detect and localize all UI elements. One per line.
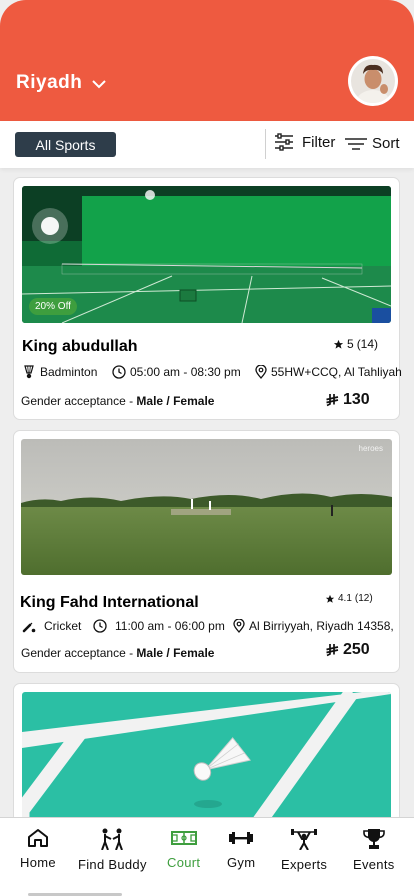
venue-sport: Badminton <box>22 365 97 379</box>
gender-value: Male / Female <box>136 394 215 408</box>
sliders-icon <box>275 133 293 151</box>
cricket-bat-icon <box>22 622 36 633</box>
city-selector[interactable]: Riyadh <box>16 72 107 94</box>
image-watermark: heroes <box>359 444 383 453</box>
nav-events[interactable]: Events <box>353 828 395 872</box>
location-label: 55HW+CCQ, Al Tahliyah <box>271 365 402 379</box>
venue-price: 130 <box>326 391 370 409</box>
venue-card[interactable] <box>13 683 400 823</box>
sport-label: Badminton <box>40 365 98 379</box>
rating-value: 5 <box>347 337 354 351</box>
hours-label: 05:00 am - 08:30 pm <box>130 365 241 379</box>
chevron-down-icon <box>92 79 107 88</box>
riyal-icon <box>326 644 339 657</box>
clock-icon <box>112 365 126 379</box>
court-icon <box>170 831 197 845</box>
nav-label: Gym <box>227 855 256 870</box>
filter-label: Filter <box>302 133 336 151</box>
gender-acceptance: Gender acceptance - Male / Female <box>21 646 214 660</box>
sport-chip[interactable]: All Sports <box>15 132 116 157</box>
location-pin-icon <box>233 619 245 633</box>
venue-rating: 5 (14) <box>333 337 378 351</box>
trophy-icon <box>362 829 385 849</box>
venue-hours: 11:00 am - 06:00 pm <box>93 619 225 633</box>
divider <box>265 129 266 159</box>
nav-find-buddy[interactable]: Find Buddy <box>78 828 147 872</box>
star-icon <box>325 594 335 603</box>
venue-name: King abudullah <box>22 338 138 355</box>
gender-acceptance: Gender acceptance - Male / Female <box>21 394 214 408</box>
sort-label: Sort <box>372 135 400 152</box>
venue-price: 250 <box>326 641 370 659</box>
gender-label: Gender acceptance - <box>21 646 134 660</box>
nav-label: Experts <box>281 857 328 872</box>
review-count: (14) <box>356 337 379 351</box>
home-icon <box>27 829 48 847</box>
venue-card[interactable]: 20% Off King abudullah 5 (14) Badminton … <box>13 177 402 420</box>
shuttlecock-icon <box>24 365 34 379</box>
venue-rating: 4.1 (12) <box>325 593 373 604</box>
review-count: (12) <box>354 593 373 604</box>
hours-label: 11:00 am - 06:00 pm <box>115 619 225 633</box>
riyal-icon <box>326 394 339 407</box>
venue-sport: Cricket <box>22 619 81 633</box>
sort-icon <box>345 137 367 150</box>
nav-label: Court <box>167 855 201 870</box>
venue-card[interactable]: heroes King Fahd International 4.1 (12) … <box>13 430 400 673</box>
venue-location: Al Birriyyah, Riyadh 14358, <box>233 619 394 633</box>
location-label: Al Birriyyah, Riyadh 14358, <box>249 619 394 633</box>
discount-badge: 20% Off <box>29 298 77 315</box>
price-value: 250 <box>343 641 370 658</box>
venue-hours: 05:00 am - 08:30 pm <box>112 365 241 379</box>
nav-label: Home <box>20 855 56 870</box>
nav-label: Events <box>353 857 395 872</box>
nav-experts[interactable]: Experts <box>281 828 327 872</box>
clock-icon <box>93 619 107 633</box>
venue-name: King Fahd International <box>20 594 199 611</box>
nav-court[interactable]: Court <box>167 828 200 870</box>
dumbbell-icon <box>229 832 254 844</box>
gender-value: Male / Female <box>136 646 215 660</box>
location-pin-icon <box>255 365 267 379</box>
filter-button[interactable]: Filter <box>274 133 335 151</box>
star-icon <box>333 339 344 349</box>
buddy-icon <box>101 828 124 850</box>
avatar[interactable] <box>348 56 398 106</box>
city-label: Riyadh <box>16 72 83 93</box>
weightlifter-icon <box>291 829 318 850</box>
venue-location: 55HW+CCQ, Al Tahliyah <box>255 365 402 379</box>
sort-button[interactable]: Sort <box>345 135 400 152</box>
nav-gym[interactable]: Gym <box>227 828 255 870</box>
nav-home[interactable]: Home <box>20 828 56 870</box>
gender-label: Gender acceptance - <box>21 394 134 408</box>
filter-bar: All Sports Filter Sort <box>0 121 414 168</box>
venue-image: 20% Off <box>22 186 391 323</box>
venue-image <box>22 692 391 822</box>
sport-label: Cricket <box>44 619 82 633</box>
app-header: Riyadh <box>0 0 414 121</box>
price-value: 130 <box>343 391 370 408</box>
nav-label: Find Buddy <box>78 857 147 872</box>
profile-photo <box>351 59 395 103</box>
venue-image: heroes <box>21 439 392 575</box>
bottom-nav: Home Find Buddy Court Gym Experts Events <box>0 817 414 896</box>
rating-value: 4.1 <box>338 593 352 604</box>
